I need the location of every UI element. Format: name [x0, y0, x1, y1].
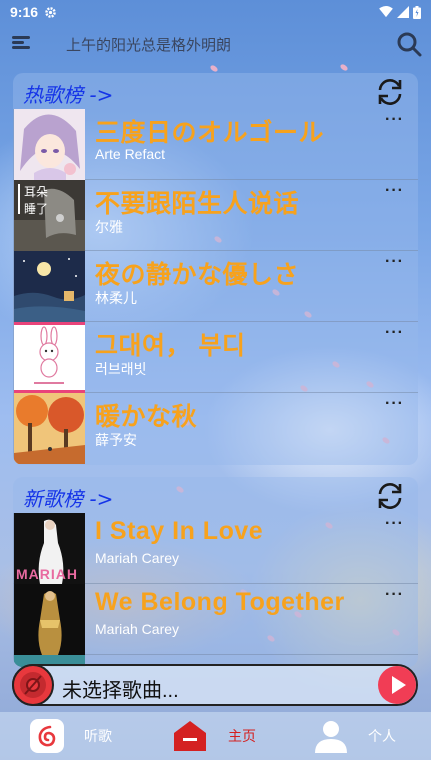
- hot-chart-title[interactable]: 热歌榜 ->: [23, 79, 113, 108]
- album-cover-5: [14, 393, 85, 464]
- home-icon: [174, 721, 206, 751]
- vinyl-disc-icon[interactable]: [12, 664, 54, 706]
- hot-chart-header: 热歌榜 ->: [13, 73, 418, 109]
- song-title: 三度日のオルゴール: [95, 119, 325, 147]
- album-cover-3: [14, 251, 85, 322]
- song-artist: 尔雅: [95, 219, 123, 235]
- song-artist: 러브래빗: [95, 361, 147, 377]
- song-row[interactable]: 耳朵 睡了 不要跟陌生人说话 尔雅 ···: [13, 180, 418, 251]
- status-time: 9:16: [10, 4, 39, 20]
- signal-icon: [397, 6, 409, 18]
- song-row[interactable]: 暖かな秋 薛予安 ···: [13, 393, 418, 464]
- bottom-nav: 听歌 主页 个人: [0, 712, 431, 760]
- refresh-icon[interactable]: [374, 480, 406, 512]
- more-options-icon[interactable]: ···: [385, 515, 404, 533]
- new-chart-card: 新歌榜 -> MARIAH I Stay In Love Mariah Care…: [13, 477, 418, 667]
- song-artist: 林柔儿: [95, 290, 137, 306]
- song-artist: Mariah Carey: [95, 550, 180, 566]
- tab-listen[interactable]: 听歌: [30, 712, 112, 760]
- music-app-icon: [30, 719, 64, 753]
- song-artist: Arte Refact: [95, 146, 166, 162]
- song-title: I Stay In Love: [95, 517, 264, 545]
- more-options-icon[interactable]: ···: [385, 182, 404, 200]
- menu-icon[interactable]: [12, 36, 32, 50]
- wifi-icon: [379, 6, 393, 18]
- search-icon[interactable]: [396, 31, 422, 57]
- more-options-icon[interactable]: ···: [385, 324, 404, 342]
- album-cover-4: [14, 322, 85, 393]
- new-chart-title[interactable]: 新歌榜 ->: [23, 483, 113, 512]
- tab-profile[interactable]: 个人: [314, 712, 396, 760]
- more-options-icon[interactable]: ···: [385, 253, 404, 271]
- tab-profile-label: 个人: [368, 728, 396, 744]
- person-icon: [315, 721, 347, 753]
- album-cover-2: 耳朵 睡了: [14, 180, 85, 251]
- cover-text: 睡了: [24, 202, 49, 216]
- more-options-icon[interactable]: ···: [385, 395, 404, 413]
- more-options-icon[interactable]: ···: [385, 586, 404, 604]
- song-title: 그대여， 부디: [95, 332, 246, 360]
- album-cover-6: MARIAH: [14, 513, 85, 584]
- song-title: 暖かな秋: [95, 403, 198, 431]
- now-playing-text: 未选择歌曲...: [62, 680, 179, 702]
- new-chart-header: 新歌榜 ->: [13, 477, 418, 513]
- tab-listen-label: 听歌: [84, 728, 112, 744]
- hot-chart-card: 热歌榜 -> 三度日のオルゴール Arte Refact ··· 耳朵 睡了 不…: [13, 73, 418, 465]
- album-cover-1: [14, 109, 85, 180]
- song-row[interactable]: MARIAH I Stay In Love Mariah Carey ···: [13, 513, 418, 584]
- song-row[interactable]: 三度日のオルゴール Arte Refact ···: [13, 109, 418, 180]
- status-bar: 9:16: [0, 0, 431, 24]
- album-cover-7: [14, 584, 85, 655]
- cover-text: 耳朵: [24, 185, 49, 199]
- song-artist: 薛予安: [95, 432, 137, 448]
- song-title: We Belong Together: [95, 588, 345, 616]
- mini-player[interactable]: 未选择歌曲...: [12, 664, 418, 706]
- cover-text: MARIAH: [16, 566, 78, 582]
- more-options-icon[interactable]: ···: [385, 111, 404, 129]
- top-bar: 上午的阳光总是格外明朗: [0, 24, 431, 64]
- play-button-icon[interactable]: [376, 664, 418, 706]
- refresh-icon[interactable]: [374, 76, 406, 108]
- settings-gear-icon: [45, 6, 56, 18]
- tab-home-label: 主页: [228, 728, 256, 744]
- song-title: 夜の静かな優しさ: [95, 261, 300, 289]
- tab-home[interactable]: 主页: [172, 712, 256, 760]
- song-row[interactable]: 그대여， 부디 러브래빗 ···: [13, 322, 418, 393]
- search-hint-text[interactable]: 上午的阳光总是格外明朗: [66, 34, 231, 55]
- song-artist: Mariah Carey: [95, 621, 180, 637]
- song-title: 不要跟陌生人说话: [95, 190, 300, 218]
- song-row[interactable]: We Belong Together Mariah Carey ···: [13, 584, 418, 655]
- battery-icon: [413, 5, 421, 19]
- song-row[interactable]: 夜の静かな優しさ 林柔儿 ···: [13, 251, 418, 322]
